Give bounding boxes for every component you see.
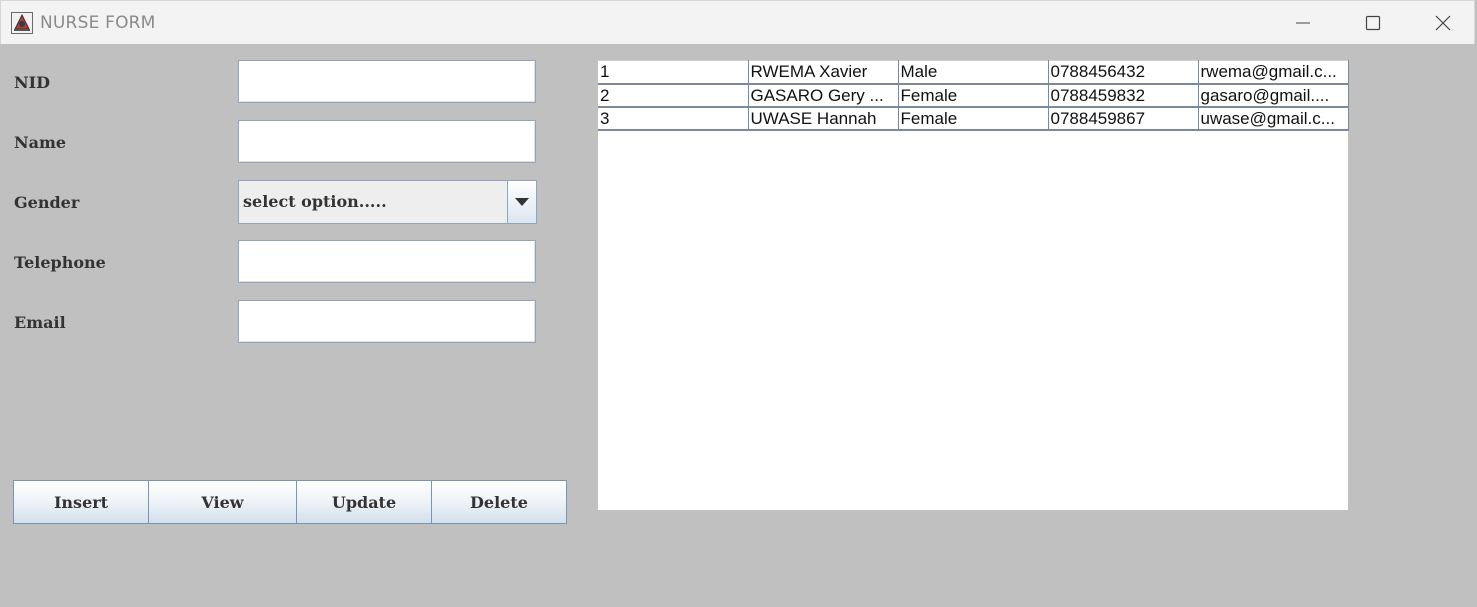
table-cell-id: 2: [598, 83, 749, 108]
maximize-icon: [1365, 15, 1381, 31]
view-button[interactable]: View: [148, 480, 297, 524]
table-cell-email: uwase@gmail.c...: [1198, 106, 1349, 131]
table-cell-name: RWEMA Xavier: [748, 60, 899, 85]
telephone-input[interactable]: [238, 240, 536, 283]
email-input[interactable]: [238, 300, 536, 343]
table-cell-name: GASARO Gery ...: [748, 83, 899, 108]
close-button[interactable]: [1408, 1, 1477, 45]
minimize-icon: [1296, 22, 1310, 24]
table-cell-email: rwema@gmail.c...: [1198, 60, 1349, 85]
nurse-table[interactable]: 1 RWEMA Xavier Male 0788456432 rwema@gma…: [598, 60, 1349, 510]
nurse-form-window: NURSE FORM NID Name Gender Telephone Ema…: [0, 0, 1477, 607]
table-cell-id: 3: [598, 106, 749, 131]
table-cell-telephone: 0788459867: [1048, 106, 1199, 131]
table-cell-gender: Male: [898, 60, 1049, 85]
title-bar[interactable]: NURSE FORM: [0, 0, 1475, 44]
nurse-table-grid: 1 RWEMA Xavier Male 0788456432 rwema@gma…: [598, 60, 1349, 131]
minimize-button[interactable]: [1268, 1, 1338, 45]
table-cell-gender: Female: [898, 106, 1049, 131]
nid-label: NID: [14, 73, 50, 92]
table-cell-email: gasaro@gmail....: [1198, 83, 1349, 108]
table-cell-gender: Female: [898, 83, 1049, 108]
chevron-down-icon: [515, 198, 529, 206]
window-title: NURSE FORM: [40, 13, 156, 33]
java-app-icon: [11, 12, 33, 34]
email-label: Email: [14, 313, 66, 332]
action-buttons: Insert View Update Delete: [13, 480, 567, 524]
insert-button[interactable]: Insert: [13, 480, 149, 524]
nid-input[interactable]: [238, 60, 536, 103]
table-cell-telephone: 0788456432: [1048, 60, 1199, 85]
update-button[interactable]: Update: [296, 480, 432, 524]
maximize-button[interactable]: [1338, 1, 1408, 45]
table-row[interactable]: 1 RWEMA Xavier Male 0788456432 rwema@gma…: [598, 60, 1349, 85]
table-cell-name: UWASE Hannah: [748, 106, 899, 131]
table-cell-telephone: 0788459832: [1048, 83, 1199, 108]
gender-select[interactable]: select option.....: [238, 180, 537, 224]
table-row[interactable]: 2 GASARO Gery ... Female 0788459832 gasa…: [598, 83, 1349, 108]
name-label: Name: [14, 133, 67, 152]
gender-selected-value: select option.....: [243, 192, 387, 211]
gender-dropdown-button[interactable]: [507, 181, 536, 223]
delete-button[interactable]: Delete: [431, 480, 567, 524]
table-cell-id: 1: [598, 60, 749, 85]
table-row[interactable]: 3 UWASE Hannah Female 0788459867 uwase@g…: [598, 106, 1349, 131]
close-icon: [1435, 15, 1451, 31]
gender-label: Gender: [14, 193, 80, 212]
telephone-label: Telephone: [14, 253, 106, 272]
name-input[interactable]: [238, 120, 536, 163]
